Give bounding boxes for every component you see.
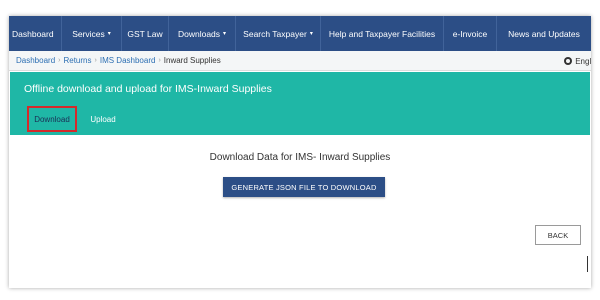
breadcrumb-separator: ›: [94, 57, 97, 64]
breadcrumb-separator: ›: [58, 57, 61, 64]
nav-search-taxpayer-label: Search Taxpayer: [243, 28, 307, 39]
nav-e-invoice[interactable]: e-Invoice: [444, 16, 497, 51]
language-label: Englis: [575, 56, 591, 66]
nav-news-updates-label: News and Updates: [508, 28, 580, 39]
nav-downloads-label: Downloads: [177, 28, 221, 39]
panel-title: Offline download and upload for IMS-Inwa…: [24, 83, 272, 95]
nav-gst-law-label: GST Law: [127, 28, 163, 39]
chevron-down-icon: ▾: [223, 31, 227, 37]
text-cursor: [587, 256, 588, 272]
nav-services[interactable]: Services ▾: [62, 16, 122, 51]
app-frame: Dashboard Services ▾ GST Law Downloads ▾…: [9, 16, 591, 288]
globe-icon: [564, 57, 573, 65]
section-heading: Download Data for IMS- Inward Supplies: [209, 152, 391, 163]
breadcrumb-ims-dashboard[interactable]: IMS Dashboard: [100, 56, 156, 65]
nav-services-label: Services: [72, 28, 105, 39]
top-navbar: Dashboard Services ▾ GST Law Downloads ▾…: [9, 16, 591, 51]
nav-dashboard-label: Dashboard: [12, 28, 54, 39]
offline-panel: Offline download and upload for IMS-Inwa…: [10, 72, 590, 135]
nav-gst-law[interactable]: GST Law: [122, 16, 169, 51]
nav-dashboard[interactable]: Dashboard: [9, 16, 62, 51]
back-button-label: BACK: [547, 230, 569, 240]
nav-help-facilities[interactable]: Help and Taxpayer Facilities: [321, 16, 444, 51]
tab-upload-label: Upload: [90, 114, 116, 124]
tab-download[interactable]: Download: [27, 106, 77, 132]
tab-upload[interactable]: Upload: [90, 109, 116, 129]
chevron-down-icon: ▾: [309, 31, 313, 37]
tab-download-label: Download: [34, 114, 70, 124]
back-button[interactable]: BACK: [535, 225, 581, 245]
nav-downloads[interactable]: Downloads ▾: [169, 16, 236, 51]
generate-json-button-label: GENERATE JSON FILE TO DOWNLOAD: [231, 182, 377, 192]
chevron-down-icon: ▾: [107, 31, 111, 37]
language-selector[interactable]: Englis: [564, 51, 591, 71]
breadcrumb-returns[interactable]: Returns: [63, 56, 91, 65]
nav-help-facilities-label: Help and Taxpayer Facilities: [328, 28, 436, 39]
breadcrumb-current: Inward Supplies: [163, 56, 221, 65]
generate-json-button[interactable]: GENERATE JSON FILE TO DOWNLOAD: [223, 177, 385, 197]
breadcrumb-separator: ›: [158, 57, 161, 64]
breadcrumb-dashboard[interactable]: Dashboard: [16, 56, 55, 65]
nav-news-updates[interactable]: News and Updates: [497, 16, 591, 51]
nav-search-taxpayer[interactable]: Search Taxpayer ▾: [236, 16, 321, 51]
nav-e-invoice-label: e-Invoice: [452, 28, 488, 39]
breadcrumb: Dashboard › Returns › IMS Dashboard › In…: [9, 51, 591, 71]
